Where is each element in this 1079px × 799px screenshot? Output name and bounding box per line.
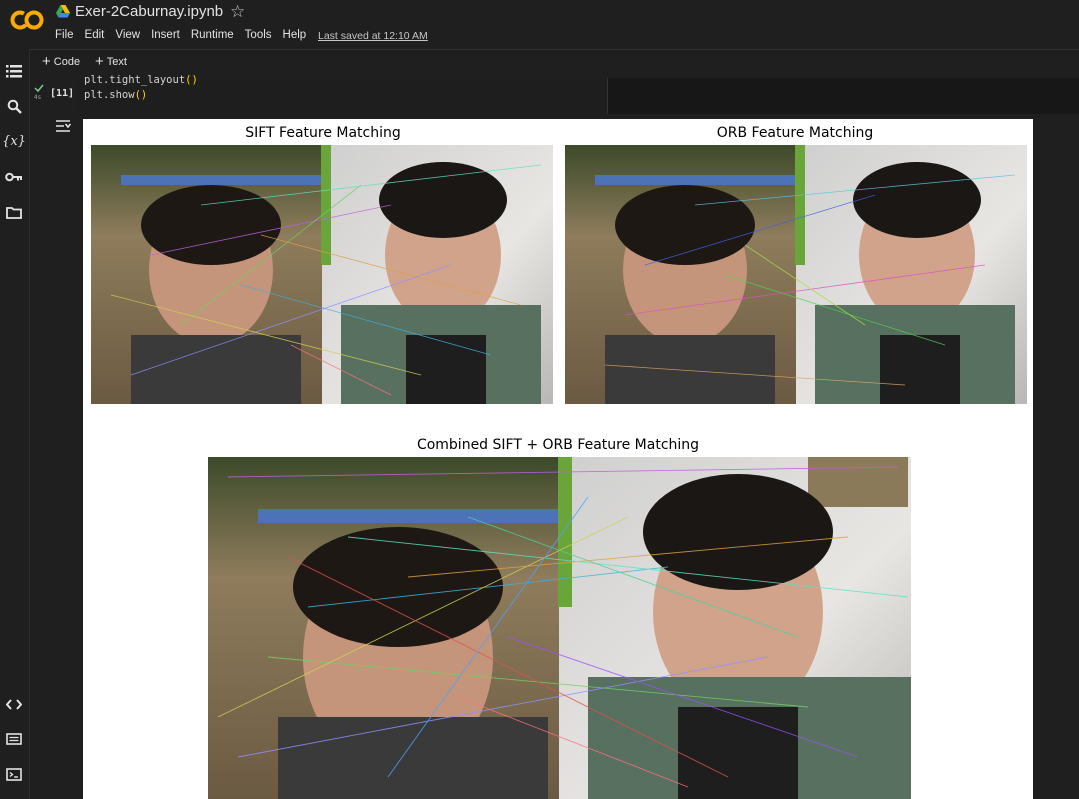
execution-time: 4s: [34, 94, 42, 101]
add-text-label: Text: [106, 56, 127, 68]
notebook-title[interactable]: Exer-2Caburnay.ipynb: [75, 3, 223, 20]
app-header: Exer-2Caburnay.ipynb ☆ File Edit View In…: [0, 0, 1079, 49]
add-code-label: Code: [53, 56, 81, 68]
plus-icon: +: [95, 53, 104, 70]
google-drive-icon[interactable]: [56, 5, 70, 18]
search-icon[interactable]: [4, 96, 24, 116]
variables-icon[interactable]: {x}: [2, 131, 26, 151]
add-code-button[interactable]: + Code: [42, 53, 81, 70]
paren: ): [191, 74, 198, 86]
menu-file[interactable]: File: [55, 29, 74, 41]
execution-count[interactable]: [11]: [50, 88, 74, 99]
menu-help[interactable]: Help: [283, 29, 307, 41]
code-text: plt.show: [84, 89, 135, 101]
secrets-key-icon[interactable]: [4, 167, 24, 187]
menu-insert[interactable]: Insert: [151, 29, 180, 41]
colab-logo[interactable]: [10, 9, 44, 31]
table-of-contents-icon[interactable]: [4, 61, 24, 81]
menu-tools[interactable]: Tools: [245, 29, 272, 41]
output-collapse-icon[interactable]: [55, 118, 71, 134]
code-editor[interactable]: plt.tight_layout() plt.show(): [77, 74, 608, 114]
code-text: plt.tight_layout: [84, 74, 186, 86]
star-icon[interactable]: ☆: [230, 2, 245, 22]
cell-output-figure: SIFT Feature Matching ORB Feature Matchi…: [83, 119, 1033, 799]
orb-title: ORB Feature Matching: [716, 125, 874, 141]
add-text-button[interactable]: + Text: [95, 53, 127, 70]
plus-icon: +: [42, 53, 51, 70]
last-saved-link[interactable]: Last saved at 12:10 AM: [318, 30, 428, 42]
menu-view[interactable]: View: [115, 29, 140, 41]
check-icon: [34, 84, 44, 92]
code-cell[interactable]: 4s [11] plt.tight_layout() plt.show(): [30, 74, 1079, 114]
code-line: plt.show(): [84, 89, 147, 101]
combined-title: Combined SIFT + ORB Feature Matching: [416, 437, 700, 453]
output-scroll-area[interactable]: [1033, 119, 1079, 799]
sift-title: SIFT Feature Matching: [245, 125, 401, 141]
terminal-icon[interactable]: [4, 764, 24, 784]
combined-match-image: [208, 457, 911, 799]
sift-match-image: [91, 145, 553, 404]
code-line: plt.tight_layout(): [84, 74, 198, 86]
menu-edit[interactable]: Edit: [85, 29, 105, 41]
command-palette-icon[interactable]: [4, 729, 24, 749]
orb-match-image: [565, 145, 1027, 404]
left-rail: {x}: [0, 49, 30, 799]
files-folder-icon[interactable]: [4, 202, 24, 222]
cell-gutter: 4s [11]: [30, 78, 77, 114]
menu-bar: File Edit View Insert Runtime Tools Help: [55, 29, 317, 41]
menu-runtime[interactable]: Runtime: [191, 29, 234, 41]
paren: ): [140, 89, 148, 101]
code-snippets-icon[interactable]: [4, 694, 24, 714]
